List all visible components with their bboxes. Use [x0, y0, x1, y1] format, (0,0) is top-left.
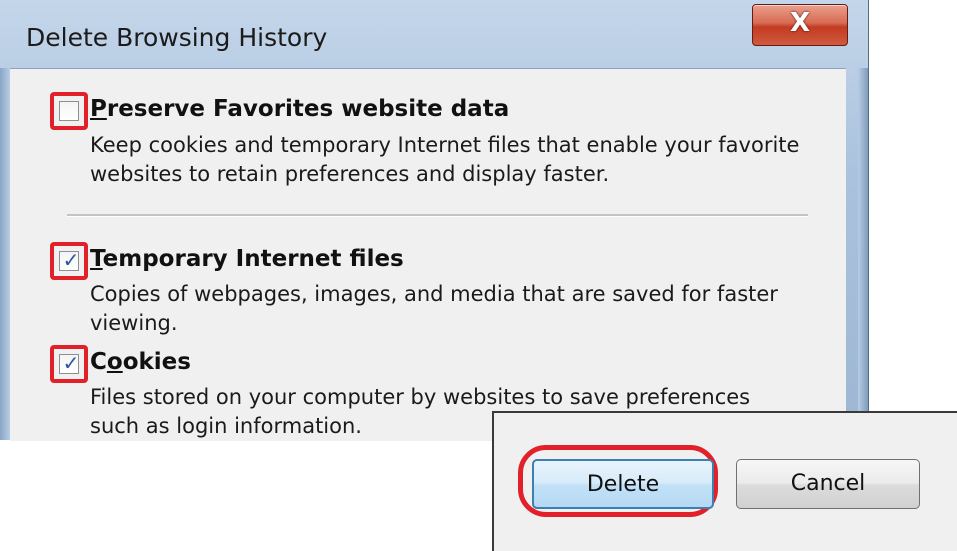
separator [67, 214, 808, 217]
close-icon: X [789, 8, 811, 38]
button-panel: Delete Cancel [492, 411, 957, 551]
accelerator-key: o [106, 349, 123, 375]
description-line: Keep cookies and temporary Internet file… [90, 133, 800, 157]
delete-button[interactable]: Delete [532, 459, 714, 509]
cancel-button[interactable]: Cancel [736, 459, 920, 509]
temporary-files-checkbox[interactable]: ✓ [59, 248, 80, 272]
description-line: Copies of webpages, images, and media th… [90, 282, 778, 306]
label-text: C [90, 349, 107, 375]
preserve-favorites-checkbox[interactable] [59, 101, 79, 121]
cookies-checkbox[interactable]: ✓ [59, 351, 80, 375]
dialog-window: Delete Browsing History X Preserve Favor… [0, 0, 869, 441]
description-line: Files stored on your computer by website… [90, 385, 751, 409]
accelerator-key: P [90, 96, 107, 122]
dialog-content: Preserve Favorites website data Keep coo… [10, 68, 846, 441]
accelerator-key: T [90, 246, 103, 272]
temporary-files-description: Copies of webpages, images, and media th… [90, 280, 820, 338]
close-button[interactable]: X [752, 4, 848, 46]
description-line: websites to retain preferences and displ… [90, 162, 610, 186]
dialog-title: Delete Browsing History [26, 23, 328, 52]
label-text: reserve Favorites website data [106, 96, 510, 122]
preserve-favorites-description: Keep cookies and temporary Internet file… [90, 131, 820, 189]
preserve-favorites-label[interactable]: Preserve Favorites website data [90, 96, 509, 122]
checkmark-icon: ✓ [62, 351, 80, 375]
description-line: viewing. [90, 311, 178, 335]
label-text: okies [122, 349, 191, 375]
window-border-right [858, 68, 868, 440]
window-border-left [0, 68, 10, 440]
label-text: emporary Internet files [102, 246, 404, 272]
cookies-label[interactable]: Cookies [90, 349, 191, 375]
temporary-files-label[interactable]: Temporary Internet files [90, 246, 404, 272]
checkmark-icon: ✓ [62, 248, 80, 272]
